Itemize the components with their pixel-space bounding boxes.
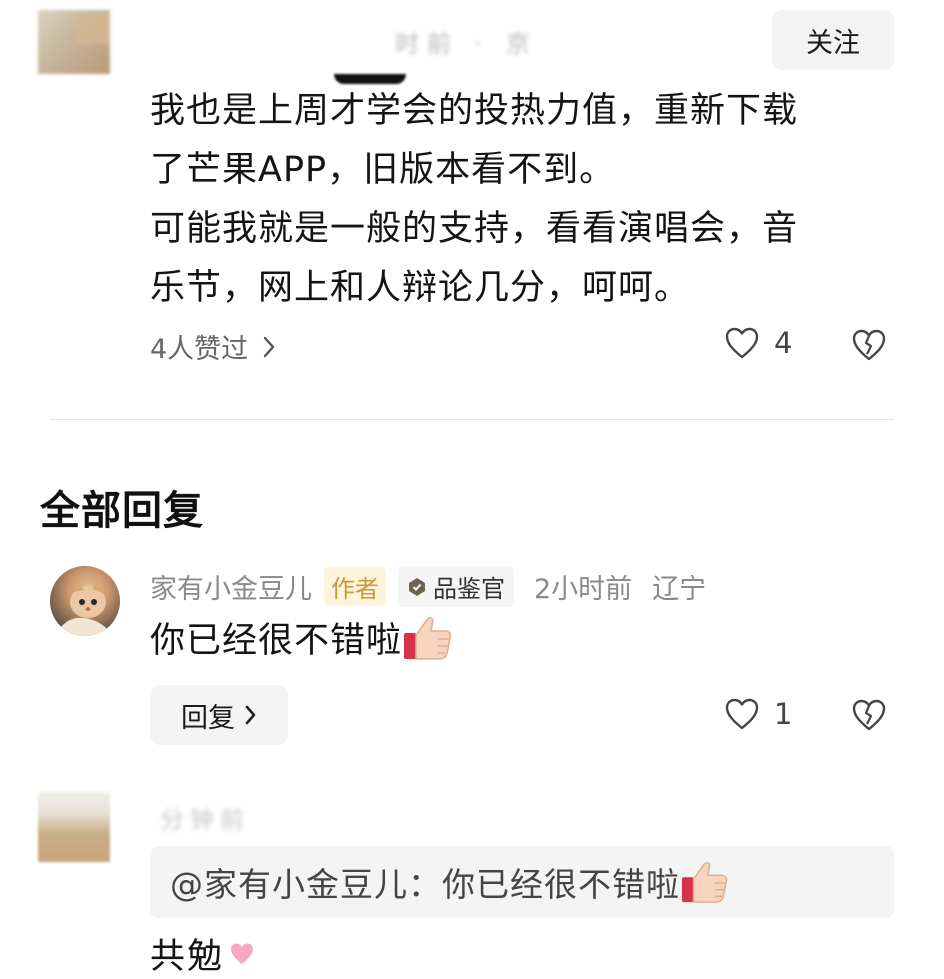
reply-text: 你已经很不错啦 [150,621,403,661]
likes-link[interactable]: 4人赞过 [150,327,276,366]
cat-avatar-image [60,577,110,636]
heart-outline-icon [725,327,759,359]
reply-text-row: 你已经很不错啦 [150,612,454,663]
top-comment-dislike[interactable] [851,328,887,366]
reply-username[interactable]: 家有小金豆儿 [150,567,312,606]
reply-location: 辽宁 [652,574,707,605]
reply-like[interactable]: 1 [724,697,792,731]
judge-tag: 品鉴官 [398,566,514,607]
author-tag: 作者 [324,567,386,606]
quoted-reply-text: @家有小金豆儿：你已经很不错啦 [170,865,680,904]
reply-user-avatar[interactable] [50,566,120,636]
second-reply-text: 共勉 [150,937,225,977]
heart-ribbon-emoji [231,943,254,964]
second-reply-meta-blurred: 分钟前 [160,806,250,834]
top-comment-like[interactable]: 4 [724,326,792,360]
follow-button[interactable]: 关注 [772,10,894,70]
comment-line: 可能我就是一般的支持，看看演唱会，音 [150,209,799,249]
quoted-reply: @家有小金豆儿：你已经很不错啦 [150,846,894,918]
thumbs-up-emoji [681,861,728,903]
reply-button-label: 回复 [181,702,235,734]
top-commenter-avatar[interactable] [38,10,110,74]
divider [50,419,894,420]
top-comment-text: 我也是上周才学会的投热力值，重新下载 了芒果APP，旧版本看不到。 可能我就是一… [150,82,910,318]
like-count: 4 [774,326,793,360]
broken-heart-icon [852,699,886,731]
reply-button[interactable]: 回复 [150,685,288,745]
comment-line: 我也是上周才学会的投热力值，重新下载 [150,91,799,131]
broken-heart-icon [852,329,886,361]
section-title: 全部回复 [40,488,204,534]
comment-line: 乐节，网上和人辩论几分，呵呵。 [150,268,691,308]
second-reply-avatar[interactable] [38,792,110,862]
reply-meta: 家有小金豆儿 作者 品鉴官 2小时前 辽宁 [150,566,706,607]
chevron-right-icon [245,705,256,725]
top-comment-meta-blurred: 时前 · 京 [395,30,538,58]
reply-time: 2小时前 [534,574,633,605]
likes-link-label: 4人赞过 [150,334,249,365]
thumbs-up-emoji [404,616,452,660]
like-count: 1 [774,697,793,731]
chevron-right-icon [263,336,275,357]
reply-dislike[interactable] [851,698,887,736]
heart-outline-icon [725,698,759,730]
second-reply-text-row: 共勉 [150,928,256,979]
judge-tag-label: 品鉴官 [433,575,505,603]
comment-line: 了芒果APP，旧版本看不到。 [150,150,616,190]
diamond-badge-icon [409,577,425,596]
